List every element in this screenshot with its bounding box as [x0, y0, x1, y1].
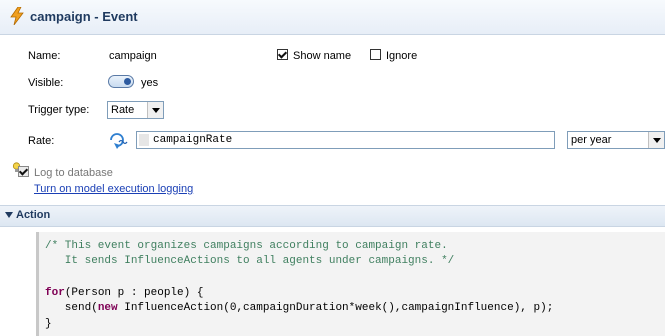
action-code-editor[interactable]: /* This event organizes campaigns accord… [36, 232, 665, 336]
code-line-1: /* This event organizes campaigns accord… [45, 240, 448, 252]
rate-dynamic-icon[interactable] [108, 131, 128, 149]
code-keyword-for: for [45, 287, 65, 299]
rate-unit-value: per year [571, 134, 612, 146]
code-line-3: for(Person p : people) { [45, 287, 203, 299]
name-label: Name: [28, 50, 61, 62]
show-name-checkbox[interactable] [277, 49, 288, 60]
turn-on-logging-link[interactable]: Turn on model execution logging [34, 183, 193, 195]
rate-value: campaignRate [153, 134, 233, 146]
log-to-database-label: Log to database [34, 167, 113, 179]
code-line-2: It sends InfluenceActions to all agents … [45, 255, 455, 267]
ignore-label: Ignore [386, 50, 418, 62]
code-line-4-pre: send( [45, 302, 98, 314]
toggle-knob [124, 78, 131, 85]
rate-label: Rate: [28, 135, 55, 147]
chevron-down-icon[interactable] [147, 102, 163, 118]
rate-input[interactable]: campaignRate [136, 131, 555, 149]
code-line-3-rest: (Person p : people) { [64, 287, 204, 299]
rate-unit-select[interactable]: per year [567, 131, 665, 149]
action-section-header[interactable]: Action [0, 205, 665, 227]
editor-header: campaign - Event [0, 0, 665, 35]
ignore-checkbox[interactable] [370, 49, 381, 60]
trigger-type-select[interactable]: Rate [107, 101, 164, 119]
code-line-5: } [45, 318, 52, 330]
action-section-title: Action [16, 209, 51, 221]
visible-label: Visible: [28, 77, 64, 89]
visible-value: yes [141, 77, 159, 89]
lightning-bolt-icon [10, 7, 24, 25]
code-keyword-new: new [97, 302, 118, 314]
show-name-label: Show name [293, 50, 352, 62]
log-to-database-checkbox[interactable] [18, 166, 29, 177]
code-line-4-rest: InfluenceAction(0,campaignDuration*week(… [117, 302, 554, 314]
rate-input-marker [139, 134, 149, 146]
visible-toggle[interactable] [108, 75, 134, 88]
chevron-down-icon[interactable] [5, 212, 13, 218]
code-line-4: send(new InfluenceAction(0,campaignDurat… [45, 302, 554, 314]
name-field[interactable]: campaign [109, 50, 157, 62]
page-title: campaign - Event [30, 9, 138, 24]
trigger-type-value: Rate [111, 104, 135, 116]
chevron-down-icon[interactable] [648, 132, 664, 148]
trigger-type-label: Trigger type: [28, 104, 90, 116]
